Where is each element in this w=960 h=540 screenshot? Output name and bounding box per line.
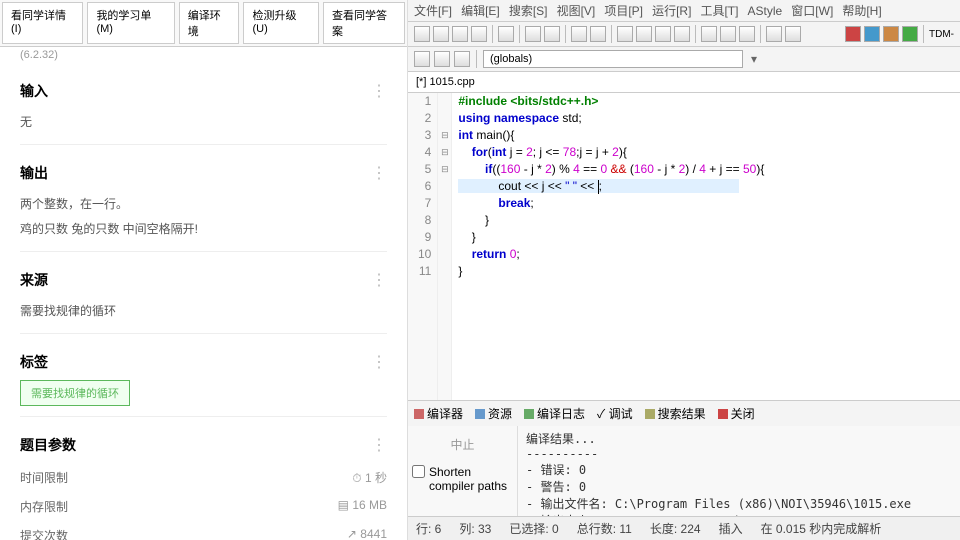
t4-icon[interactable]	[902, 26, 918, 42]
section-tags: 标签 ⋮ 需要找规律的循环	[20, 344, 387, 417]
secondary-toolbar: (globals) ▾	[408, 47, 960, 72]
menu-help[interactable]: 帮助[H]	[842, 4, 881, 18]
bt-close[interactable]: 关闭	[718, 405, 755, 422]
main-toolbar: TDM-	[408, 22, 960, 47]
menu-window[interactable]: 窗口[W]	[791, 4, 833, 18]
scope-combo[interactable]: (globals)	[483, 50, 743, 68]
version-text: (6.2.32)	[0, 47, 407, 63]
replace-icon[interactable]	[590, 26, 606, 42]
profile-icon[interactable]	[739, 26, 755, 42]
menu-file[interactable]: 文件[F]	[414, 4, 452, 18]
status-len: 长度: 224	[650, 520, 701, 537]
tab-study[interactable]: 我的学习单(M)	[87, 2, 174, 44]
params-title: 题目参数	[20, 435, 76, 455]
redo-icon[interactable]	[544, 26, 560, 42]
compile-output: 编译结果... ---------- - 错误: 0 - 警告: 0 - 输出文…	[518, 426, 960, 516]
shorten-paths-checkbox[interactable]: Shorten compiler paths	[412, 465, 513, 493]
input-title: 输入	[20, 81, 48, 101]
compile-controls: 中止 Shorten compiler paths	[408, 426, 518, 516]
open-icon[interactable]	[433, 26, 449, 42]
t1-icon[interactable]	[845, 26, 861, 42]
debug-icon[interactable]	[701, 26, 717, 42]
fold-gutter[interactable]: ⊟⊟⊟	[438, 93, 452, 400]
source-body: 需要找规律的循环	[20, 298, 387, 323]
stop-icon[interactable]	[720, 26, 736, 42]
output-body2: 鸡的只数 兔的只数 中间空格隔开!	[20, 216, 387, 241]
section-source: 来源 ⋮ 需要找规律的循环	[20, 262, 387, 334]
tab-answers[interactable]: 查看同学答案	[323, 2, 405, 44]
tags-title: 标签	[20, 352, 48, 372]
menu-edit[interactable]: 编辑[E]	[461, 4, 500, 18]
tab-detail[interactable]: 看同学详情(I)	[2, 2, 83, 44]
bt-debug[interactable]: ✓ 调试	[597, 405, 633, 422]
source-title: 来源	[20, 270, 48, 290]
more-icon[interactable]: ⋮	[371, 352, 387, 372]
more-icon[interactable]: ⋮	[371, 435, 387, 455]
status-row: 行: 6	[416, 520, 441, 537]
goto2-icon[interactable]	[785, 26, 801, 42]
status-total: 总行数: 11	[577, 520, 632, 537]
menu-astyle[interactable]: AStyle	[748, 4, 783, 18]
ide-panel: 文件[F] 编辑[E] 搜索[S] 视图[V] 项目[P] 运行[R] 工具[T…	[408, 0, 960, 540]
status-bar: 行: 6 列: 33 已选择: 0 总行数: 11 长度: 224 插入 在 0…	[408, 516, 960, 540]
menu-bar: 文件[F] 编辑[E] 搜索[S] 视图[V] 项目[P] 运行[R] 工具[T…	[408, 0, 960, 22]
section-params: 题目参数 ⋮ 时间限制⏱ 1 秒 内存限制▤ 16 MB 提交次数↗ 8441	[20, 427, 387, 540]
compile-icon[interactable]	[617, 26, 633, 42]
bt-search-results[interactable]: 搜索结果	[645, 405, 706, 422]
save-icon[interactable]	[452, 26, 468, 42]
abort-button[interactable]: 中止	[412, 432, 513, 457]
section-input: 输入 ⋮ 无	[20, 73, 387, 145]
t3-icon[interactable]	[883, 26, 899, 42]
chevron-down-icon[interactable]: ▾	[747, 52, 761, 66]
compile-panel: 中止 Shorten compiler paths 编译结果... ------…	[408, 426, 960, 516]
menu-run[interactable]: 运行[R]	[652, 4, 691, 18]
back-icon[interactable]	[414, 51, 430, 67]
run-icon[interactable]	[636, 26, 652, 42]
goto-icon[interactable]	[766, 26, 782, 42]
bt-compile-log[interactable]: 编译日志	[524, 405, 585, 422]
bt-resources[interactable]: 资源	[475, 405, 512, 422]
status-col: 列: 33	[459, 520, 491, 537]
param-mem: 内存限制▤ 16 MB	[20, 492, 387, 521]
more-icon[interactable]: ⋮	[371, 270, 387, 290]
saveall-icon[interactable]	[471, 26, 487, 42]
more-icon[interactable]: ⋮	[371, 81, 387, 101]
param-submit: 提交次数↗ 8441	[20, 521, 387, 540]
rebuild-icon[interactable]	[674, 26, 690, 42]
menu-tools[interactable]: 工具[T]	[700, 4, 738, 18]
problem-panel: 看同学详情(I) 我的学习单(M) 编译环境 检测升级(U) 查看同学答案 (6…	[0, 0, 408, 540]
menu-search[interactable]: 搜索[S]	[509, 4, 548, 18]
find-icon[interactable]	[571, 26, 587, 42]
left-tab-bar: 看同学详情(I) 我的学习单(M) 编译环境 检测升级(U) 查看同学答案	[0, 0, 407, 47]
undo-icon[interactable]	[525, 26, 541, 42]
section-output: 输出 ⋮ 两个整数，在一行。 鸡的只数 兔的只数 中间空格隔开!	[20, 155, 387, 252]
new-icon[interactable]	[414, 26, 430, 42]
line-gutter: 1234567891011	[408, 93, 438, 400]
source-text[interactable]: #include <bits/stdc++.h> using namespace…	[452, 93, 770, 400]
output-body1: 两个整数，在一行。	[20, 191, 387, 216]
print-icon[interactable]	[498, 26, 514, 42]
bookmark-icon[interactable]	[434, 51, 450, 67]
status-mode: 插入	[719, 520, 743, 537]
tab-update[interactable]: 检测升级(U)	[243, 2, 319, 44]
tag-chip[interactable]: 需要找规律的循环	[20, 380, 130, 406]
t2-icon[interactable]	[864, 26, 880, 42]
menu-view[interactable]: 视图[V]	[557, 4, 596, 18]
status-done: 在 0.015 秒内完成解析	[761, 520, 882, 537]
list-icon[interactable]	[454, 51, 470, 67]
status-sel: 已选择: 0	[509, 520, 558, 537]
param-time: 时间限制⏱ 1 秒	[20, 463, 387, 492]
output-title: 输出	[20, 163, 48, 183]
compile-run-icon[interactable]	[655, 26, 671, 42]
bt-compiler[interactable]: 编译器	[414, 405, 463, 422]
input-body: 无	[20, 109, 387, 134]
bottom-tab-bar: 编译器 资源 编译日志 ✓ 调试 搜索结果 关闭	[408, 400, 960, 426]
tab-env[interactable]: 编译环境	[179, 2, 240, 44]
compiler-label: TDM-	[929, 29, 954, 40]
more-icon[interactable]: ⋮	[371, 163, 387, 183]
menu-project[interactable]: 项目[P]	[604, 4, 643, 18]
code-editor[interactable]: 1234567891011 ⊟⊟⊟ #include <bits/stdc++.…	[408, 93, 960, 400]
file-tab[interactable]: [*] 1015.cpp	[408, 72, 960, 93]
